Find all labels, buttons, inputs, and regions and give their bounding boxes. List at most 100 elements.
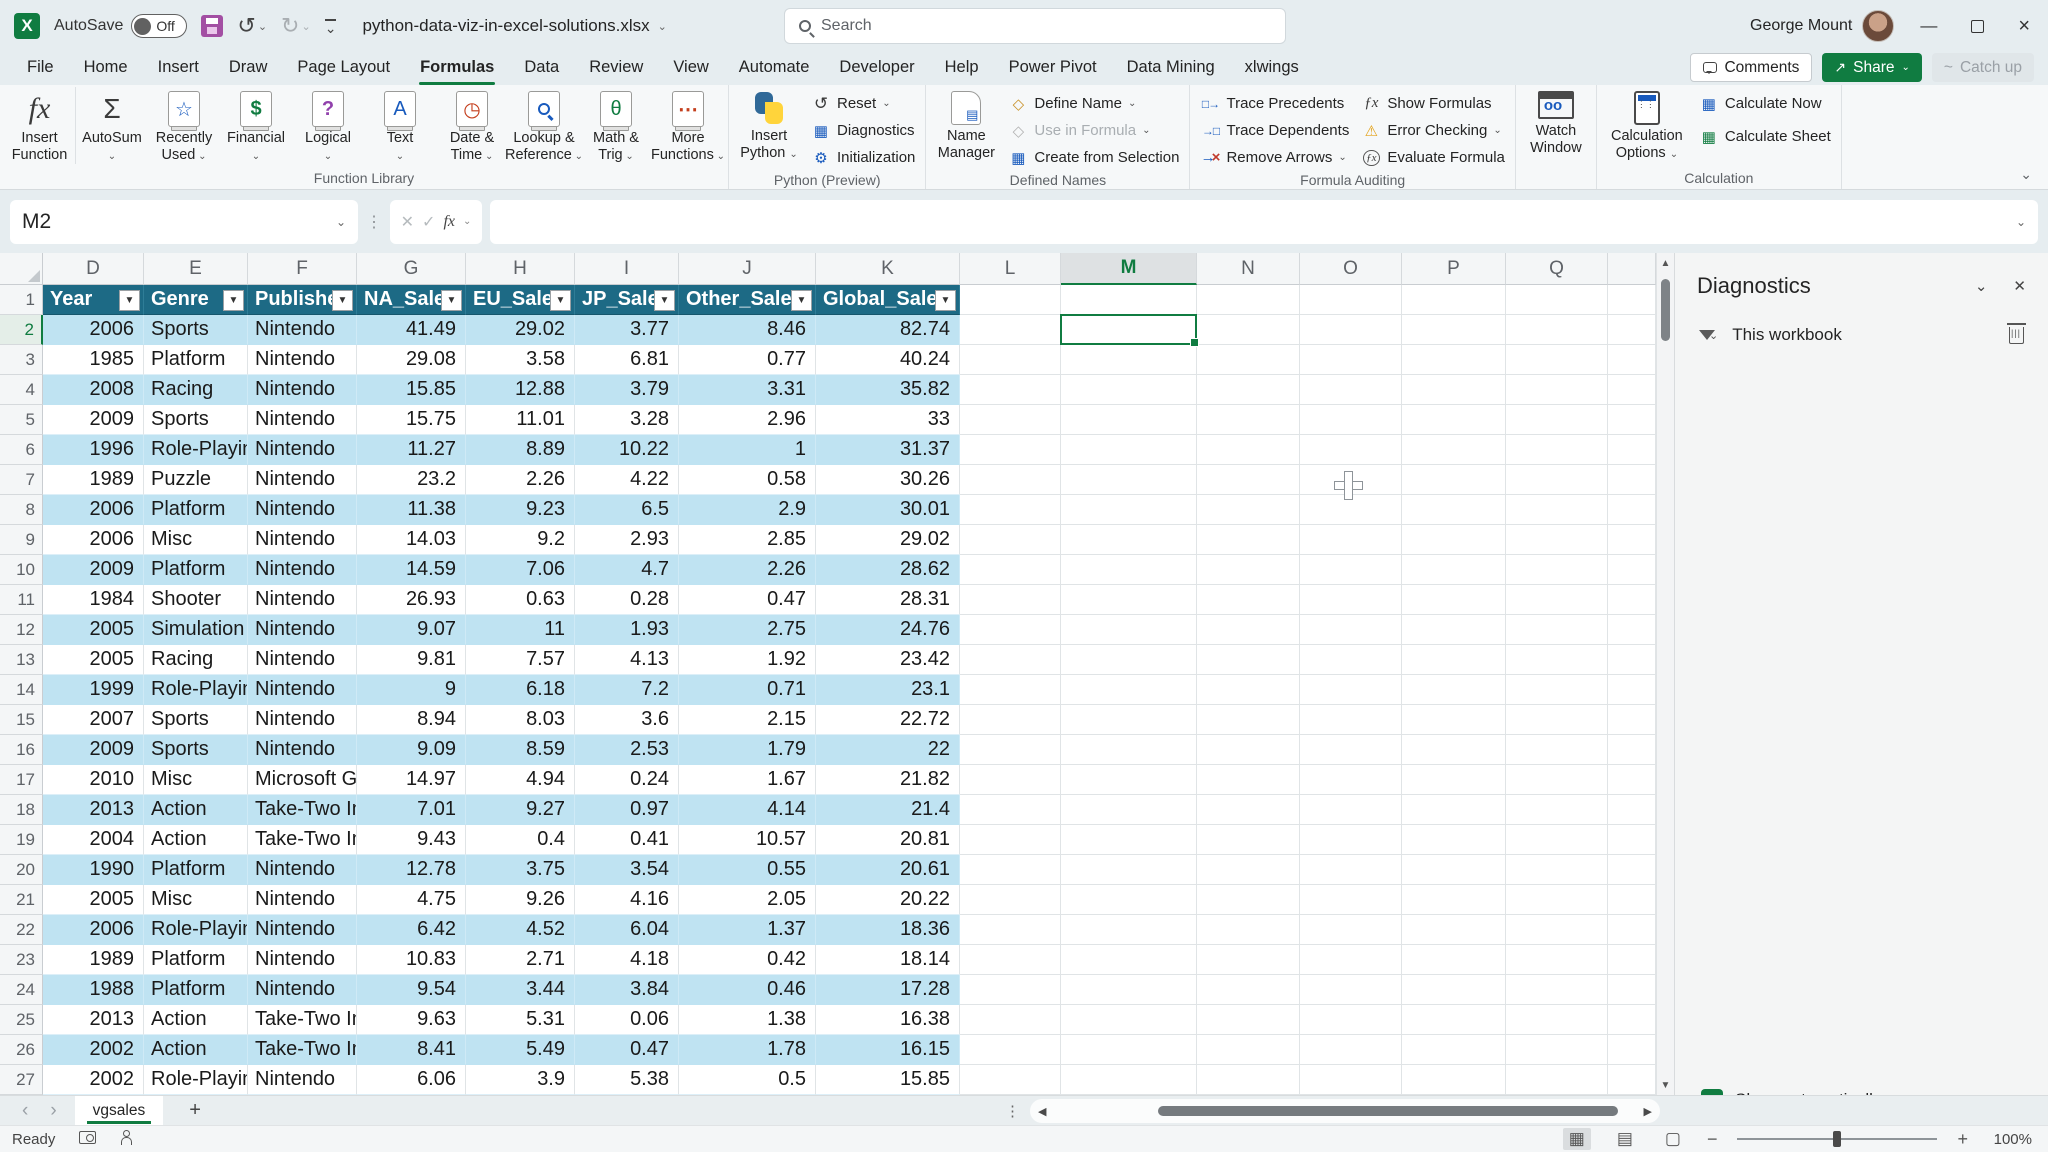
cell-E16[interactable]: Sports	[144, 735, 248, 765]
cell-K24[interactable]: 17.28	[816, 975, 960, 1005]
cell-Q4[interactable]	[1506, 375, 1608, 405]
cell-G4[interactable]: 15.85	[357, 375, 466, 405]
table-header-publisher[interactable]: Publisher▼	[248, 285, 357, 315]
tab-formulas[interactable]: Formulas	[407, 54, 507, 85]
cell-Q22[interactable]	[1506, 915, 1608, 945]
formula-input[interactable]: ⌄	[490, 200, 2038, 244]
tab-file[interactable]: File	[14, 54, 67, 85]
cell-O15[interactable]	[1300, 705, 1402, 735]
cell-F18[interactable]: Take-Two In	[248, 795, 357, 825]
filter-dropdown-icon[interactable]: ▼	[791, 290, 812, 311]
cell-I22[interactable]: 6.04	[575, 915, 679, 945]
cell-J21[interactable]: 2.05	[679, 885, 816, 915]
cell-E10[interactable]: Platform	[144, 555, 248, 585]
column-header-N[interactable]: N	[1197, 253, 1300, 285]
cell-K4[interactable]: 35.82	[816, 375, 960, 405]
row-header-25[interactable]: 25	[0, 1005, 43, 1035]
cell-H11[interactable]: 0.63	[466, 585, 575, 615]
cell-Q15[interactable]	[1506, 705, 1608, 735]
tab-help[interactable]: Help	[932, 54, 992, 85]
cell-H9[interactable]: 9.2	[466, 525, 575, 555]
fx-chevron-icon[interactable]: ⌄	[463, 216, 471, 227]
table-header-jp-sales[interactable]: JP_Sales▼	[575, 285, 679, 315]
cell-I6[interactable]: 10.22	[575, 435, 679, 465]
cell-I18[interactable]: 0.97	[575, 795, 679, 825]
row-header-11[interactable]: 11	[0, 585, 43, 615]
cell-D13[interactable]: 2005	[43, 645, 144, 675]
restore-button[interactable]	[1971, 20, 1984, 33]
cell-M4[interactable]	[1061, 375, 1197, 405]
cell-Q10[interactable]	[1506, 555, 1608, 585]
cell-Q9[interactable]	[1506, 525, 1608, 555]
cell-L6[interactable]	[960, 435, 1061, 465]
cell-I21[interactable]: 4.16	[575, 885, 679, 915]
column-header-I[interactable]: I	[575, 253, 679, 285]
row-header-2[interactable]: 2	[0, 315, 43, 345]
accessibility-icon[interactable]	[118, 1130, 134, 1149]
cell-I8[interactable]: 6.5	[575, 495, 679, 525]
cell-H21[interactable]: 9.26	[466, 885, 575, 915]
cell-J5[interactable]: 2.96	[679, 405, 816, 435]
redo-icon[interactable]: ↻	[281, 13, 299, 39]
cell-H16[interactable]: 8.59	[466, 735, 575, 765]
cell-partial-6[interactable]	[1608, 435, 1656, 465]
column-header-F[interactable]: F	[248, 253, 357, 285]
cell-M13[interactable]	[1061, 645, 1197, 675]
cell-D21[interactable]: 2005	[43, 885, 144, 915]
row-header-24[interactable]: 24	[0, 975, 43, 1005]
cell-J27[interactable]: 0.5	[679, 1065, 816, 1095]
cell-M15[interactable]	[1061, 705, 1197, 735]
tab-data[interactable]: Data	[511, 54, 572, 85]
cell-partial-12[interactable]	[1608, 615, 1656, 645]
row-header-23[interactable]: 23	[0, 945, 43, 975]
cell-H23[interactable]: 2.71	[466, 945, 575, 975]
search-input[interactable]: Search	[784, 8, 1286, 44]
cell-Q23[interactable]	[1506, 945, 1608, 975]
calculate-now-button[interactable]: Calculate Now	[1693, 90, 1837, 117]
cell-G24[interactable]: 9.54	[357, 975, 466, 1005]
cell-F21[interactable]: Nintendo	[248, 885, 357, 915]
cell-L1[interactable]	[960, 285, 1061, 315]
cell-K13[interactable]: 23.42	[816, 645, 960, 675]
cell-J10[interactable]: 2.26	[679, 555, 816, 585]
scroll-down-icon[interactable]: ▼	[1661, 1075, 1671, 1095]
row-header-4[interactable]: 4	[0, 375, 43, 405]
cell-L24[interactable]	[960, 975, 1061, 1005]
cell-H8[interactable]: 9.23	[466, 495, 575, 525]
cell-F12[interactable]: Nintendo	[248, 615, 357, 645]
column-header-K[interactable]: K	[816, 253, 960, 285]
cell-P4[interactable]	[1402, 375, 1506, 405]
cell-M24[interactable]	[1061, 975, 1197, 1005]
row-header-9[interactable]: 9	[0, 525, 43, 555]
tab-home[interactable]: Home	[71, 54, 141, 85]
cell-G3[interactable]: 29.08	[357, 345, 466, 375]
document-title[interactable]: python-data-viz-in-excel-solutions.xlsx …	[362, 16, 666, 36]
cell-partial-26[interactable]	[1608, 1035, 1656, 1065]
cell-M18[interactable]	[1061, 795, 1197, 825]
cell-Q12[interactable]	[1506, 615, 1608, 645]
cell-L25[interactable]	[960, 1005, 1061, 1035]
zoom-level[interactable]: 100%	[1988, 1131, 2032, 1148]
cell-J6[interactable]: 1	[679, 435, 816, 465]
table-header-global-sales[interactable]: Global_Sales▼	[816, 285, 960, 315]
cell-I11[interactable]: 0.28	[575, 585, 679, 615]
cell-G11[interactable]: 26.93	[357, 585, 466, 615]
column-header-M[interactable]: M	[1061, 253, 1197, 285]
cell-F2[interactable]: Nintendo	[248, 315, 357, 345]
cell-F8[interactable]: Nintendo	[248, 495, 357, 525]
cell-G5[interactable]: 15.75	[357, 405, 466, 435]
cell-P6[interactable]	[1402, 435, 1506, 465]
cell-E26[interactable]: Action	[144, 1035, 248, 1065]
cell-O2[interactable]	[1300, 315, 1402, 345]
cell-P20[interactable]	[1402, 855, 1506, 885]
cell-L18[interactable]	[960, 795, 1061, 825]
confirm-entry-icon[interactable]: ✓	[422, 212, 435, 232]
collapse-ribbon-icon[interactable]: ⌄	[2020, 166, 2032, 183]
cell-F11[interactable]: Nintendo	[248, 585, 357, 615]
cell-P22[interactable]	[1402, 915, 1506, 945]
cell-O6[interactable]	[1300, 435, 1402, 465]
page-break-view-icon[interactable]: ▢	[1659, 1128, 1687, 1150]
cell-E19[interactable]: Action	[144, 825, 248, 855]
redo-chevron-icon[interactable]: ⌄	[301, 20, 310, 33]
cell-partial-23[interactable]	[1608, 945, 1656, 975]
